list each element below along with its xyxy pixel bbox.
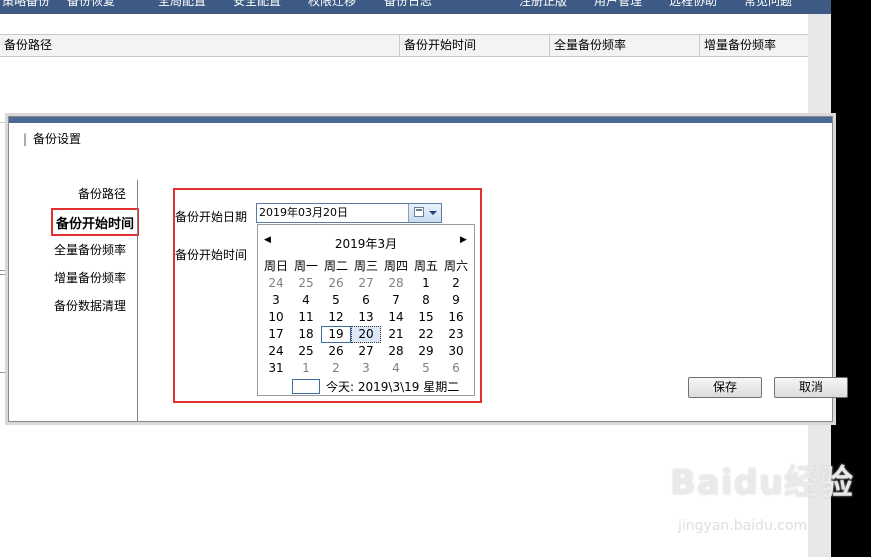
weekday-header: 周三 xyxy=(353,259,378,273)
backup-table: 备份路径 备份开始时间 全量备份频率 增量备份频率 xyxy=(0,34,808,123)
close-icon[interactable]: × xyxy=(838,122,852,138)
calendar-month-title[interactable]: 2019年3月 xyxy=(258,235,474,252)
calendar-day[interactable]: 25 xyxy=(291,275,321,292)
nav-item-backup-log[interactable]: 备份日志 xyxy=(384,0,432,9)
divider xyxy=(0,270,8,271)
calendar-day[interactable]: 6 xyxy=(441,360,471,377)
date-dropdown-button[interactable] xyxy=(408,204,441,222)
sidebar-divider xyxy=(137,180,138,421)
today-link[interactable]: 今天: 2019\3\19 星期二 xyxy=(326,378,459,395)
start-date-value: 2019年03月20日 xyxy=(259,206,348,219)
weekday-header: 周二 xyxy=(323,259,348,273)
calendar-day[interactable]: 6 xyxy=(351,292,381,309)
nav-item-strategy-backup[interactable]: 策略备份 xyxy=(2,0,50,9)
calendar-footer: 今天: 2019\3\19 星期二 xyxy=(258,377,474,395)
backup-settings-dialog: | 备份设置 备份路径 备份开始时间 全量备份频率 增量备份频率 备份数据清理 备… xyxy=(8,116,848,422)
calendar-day[interactable]: 14 xyxy=(381,309,411,326)
calendar-day-today[interactable]: 19 xyxy=(321,326,351,343)
watermark: Baidu经验 jingyan.baidu.com xyxy=(670,455,855,534)
calendar-day[interactable]: 1 xyxy=(411,275,441,292)
calendar-day-selected[interactable]: 20 xyxy=(351,326,381,343)
nav-item-register[interactable]: 注册正版 xyxy=(519,0,567,9)
column-header-path[interactable]: 备份路径 xyxy=(0,35,399,56)
nav-item-user-manage[interactable]: 用户管理 xyxy=(594,0,642,9)
calendar-day[interactable]: 26 xyxy=(321,343,351,360)
calendar-day[interactable]: 25 xyxy=(291,343,321,360)
calendar-day[interactable]: 22 xyxy=(411,326,441,343)
calendar-day[interactable]: 24 xyxy=(261,343,291,360)
calendar-day[interactable]: 21 xyxy=(381,326,411,343)
calendar-day[interactable]: 3 xyxy=(351,360,381,377)
nav-item-remote-assist[interactable]: 远程协助 xyxy=(669,0,717,9)
calendar-day[interactable]: 27 xyxy=(351,343,381,360)
calendar-day[interactable]: 5 xyxy=(411,360,441,377)
sidebar-item-start-time[interactable]: 备份开始时间 xyxy=(50,208,139,236)
calendar-day[interactable]: 28 xyxy=(381,343,411,360)
calendar-day[interactable]: 26 xyxy=(321,275,351,292)
baidu-logo: Baidu经验 xyxy=(670,463,855,503)
cancel-button[interactable]: 取消 xyxy=(774,377,848,398)
today-marker xyxy=(292,379,320,394)
weekday-header: 周四 xyxy=(383,259,408,273)
calendar-day[interactable]: 7 xyxy=(381,292,411,309)
calendar-day[interactable]: 5 xyxy=(321,292,351,309)
dialog-title: | 备份设置 xyxy=(23,130,81,147)
weekday-header: 周一 xyxy=(293,259,318,273)
table-header: 备份路径 备份开始时间 全量备份频率 增量备份频率 xyxy=(0,34,808,57)
calendar-day[interactable]: 8 xyxy=(411,292,441,309)
calendar-day[interactable]: 16 xyxy=(441,309,471,326)
divider xyxy=(0,372,8,373)
calendar-day[interactable]: 28 xyxy=(381,275,411,292)
calendar-popup: ◀ 2019年3月 ▶ 周日 周一 周二 周三 周四 周五 周六 24 25 2… xyxy=(257,224,475,396)
calendar-day[interactable]: 2 xyxy=(321,360,351,377)
column-header-full-freq[interactable]: 全量备份频率 xyxy=(549,35,699,56)
calendar-day[interactable]: 15 xyxy=(411,309,441,326)
sidebar-item-data-cleanup[interactable]: 备份数据清理 xyxy=(54,297,126,314)
weekday-header: 周五 xyxy=(413,259,438,273)
sidebar-item-incr-frequency[interactable]: 增量备份频率 xyxy=(54,269,126,286)
top-nav: 策略备份 备份恢复 全局配置 安全配置 权限迁移 备份日志 注册正版 用户管理 … xyxy=(0,0,831,14)
calendar-day[interactable]: 1 xyxy=(291,360,321,377)
dialog-titlebar xyxy=(9,117,832,123)
calendar-day[interactable]: 13 xyxy=(351,309,381,326)
calendar-day[interactable]: 4 xyxy=(381,360,411,377)
title-marker: | xyxy=(23,132,28,146)
watermark-url: jingyan.baidu.com xyxy=(678,518,808,534)
calendar-day[interactable]: 27 xyxy=(351,275,381,292)
weekday-header: 周日 xyxy=(263,259,288,273)
chevron-down-icon xyxy=(429,211,437,215)
calendar-day[interactable]: 29 xyxy=(411,343,441,360)
start-date-picker[interactable]: 2019年03月20日 xyxy=(256,203,442,223)
calendar-day[interactable]: 18 xyxy=(291,326,321,343)
calendar-day[interactable]: 9 xyxy=(441,292,471,309)
calendar-day[interactable]: 23 xyxy=(441,326,471,343)
calendar-day[interactable]: 11 xyxy=(291,309,321,326)
calendar-day[interactable]: 31 xyxy=(261,360,291,377)
calendar-day[interactable]: 24 xyxy=(261,275,291,292)
calendar-day[interactable]: 10 xyxy=(261,309,291,326)
next-month-icon[interactable]: ▶ xyxy=(460,235,467,245)
nav-item-security-config[interactable]: 安全配置 xyxy=(233,0,281,9)
calendar-day[interactable]: 12 xyxy=(321,309,351,326)
start-date-label: 备份开始日期 xyxy=(175,210,248,224)
save-button[interactable]: 保存 xyxy=(688,377,762,398)
nav-item-global-config[interactable]: 全局配置 xyxy=(158,0,206,9)
weekday-header: 周六 xyxy=(443,259,468,273)
calendar-day[interactable]: 17 xyxy=(261,326,291,343)
calendar-day[interactable]: 4 xyxy=(291,292,321,309)
start-time-label: 备份开始时间 xyxy=(175,248,248,262)
calendar-day[interactable]: 2 xyxy=(441,275,471,292)
calendar-day[interactable]: 30 xyxy=(441,343,471,360)
sidebar-item-backup-path[interactable]: 备份路径 xyxy=(78,185,126,202)
column-header-start-time[interactable]: 备份开始时间 xyxy=(399,35,549,56)
calendar-day[interactable]: 3 xyxy=(261,292,291,309)
nav-item-faq[interactable]: 常见问题 xyxy=(744,0,792,9)
column-header-incr-freq[interactable]: 增量备份频率 xyxy=(699,35,808,56)
nav-item-permission-migrate[interactable]: 权限迁移 xyxy=(308,0,356,9)
calendar-icon xyxy=(414,207,424,217)
nav-item-restore[interactable]: 备份恢复 xyxy=(67,0,115,9)
dialog-title-text: 备份设置 xyxy=(33,132,82,146)
divider xyxy=(0,274,8,275)
sidebar-item-full-frequency[interactable]: 全量备份频率 xyxy=(54,241,126,258)
